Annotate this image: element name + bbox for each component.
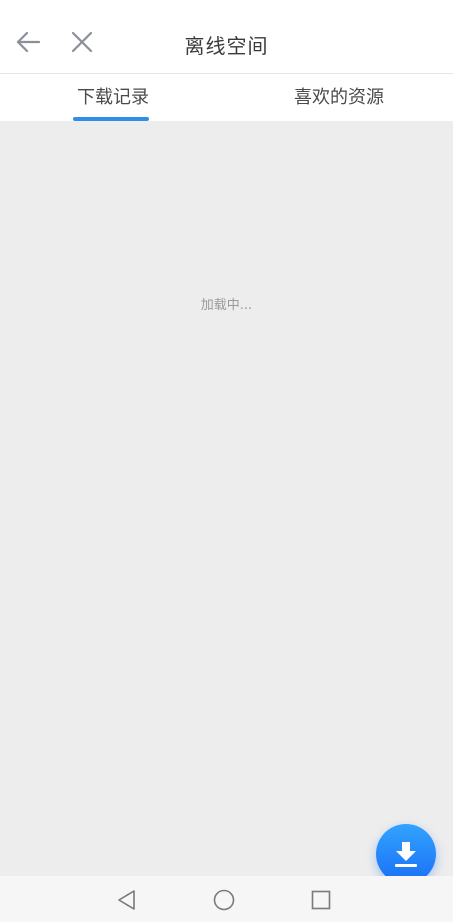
tab-bar: 下载记录 喜欢的资源 bbox=[0, 74, 453, 121]
system-recent-apps-button[interactable] bbox=[309, 888, 333, 912]
tab-liked-resources[interactable]: 喜欢的资源 bbox=[226, 74, 452, 121]
triangle-back-icon bbox=[118, 890, 135, 910]
system-nav-bar bbox=[0, 876, 453, 922]
download-records-panel: 加载中... bbox=[0, 121, 453, 884]
tab-download-records[interactable]: 下载记录 bbox=[0, 74, 226, 121]
system-home-button[interactable] bbox=[212, 888, 236, 912]
download-fab-button[interactable] bbox=[376, 824, 436, 884]
loading-text: 加载中... bbox=[200, 298, 253, 313]
download-icon bbox=[395, 842, 417, 867]
app-header: 离线空间 bbox=[0, 0, 453, 74]
page-title: 离线空间 bbox=[184, 34, 269, 58]
system-back-button[interactable] bbox=[115, 888, 139, 912]
square-recent-icon bbox=[311, 890, 331, 910]
circle-home-icon bbox=[213, 889, 235, 911]
